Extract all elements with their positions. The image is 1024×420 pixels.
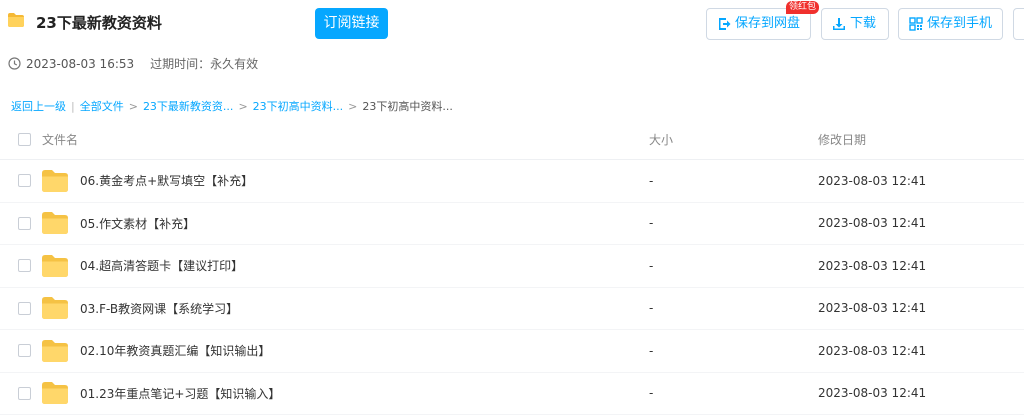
share-page: 23下最新教资资料 订阅链接 领红包 保存到网盘 下载 保存到手机 2023-0… [0, 0, 1024, 420]
breadcrumb-separator: > [128, 99, 138, 113]
folder-icon [42, 254, 68, 277]
table-row[interactable]: 06.黄金考点+默写填空【补充】 - 2023-08-03 12:41 [0, 160, 1024, 203]
breadcrumb: 返回上一级 | 全部文件 > 23下最新教资资... > 23下初高中资料...… [11, 98, 453, 114]
page-title: 23下最新教资资料 [36, 14, 162, 32]
row-checkbox[interactable] [18, 174, 31, 188]
expire-time: 过期时间：永久有效 [150, 57, 259, 71]
breadcrumb-separator: > [348, 99, 358, 113]
file-name[interactable]: 02.10年教资真题汇编【知识输出】 [80, 342, 270, 359]
red-packet-badge[interactable]: 领红包 [786, 1, 820, 14]
column-header-name[interactable]: 文件名 [42, 131, 78, 148]
folder-icon [42, 297, 68, 320]
breadcrumb-divider: | [71, 99, 75, 113]
table-header: 文件名 大小 修改日期 [0, 120, 1024, 160]
download-button[interactable]: 下载 [821, 8, 889, 40]
file-name[interactable]: 01.23年重点笔记+习题【知识输入】 [80, 385, 280, 402]
breadcrumb-level1[interactable]: 23下最新教资资... [143, 98, 234, 114]
file-name[interactable]: 05.作文素材【补充】 [80, 215, 195, 232]
table-row[interactable]: 02.10年教资真题汇编【知识输出】 - 2023-08-03 12:41 [0, 330, 1024, 373]
file-size: - [649, 301, 654, 316]
column-header-date[interactable]: 修改日期 [818, 131, 866, 148]
share-meta: 2023-08-03 16:53 过期时间：永久有效 [8, 55, 258, 72]
column-header-size[interactable]: 大小 [649, 131, 673, 148]
select-all-checkbox[interactable] [18, 133, 31, 146]
row-checkbox[interactable] [18, 259, 31, 273]
table-row[interactable]: 05.作文素材【补充】 - 2023-08-03 12:41 [0, 203, 1024, 245]
file-date: 2023-08-03 12:41 [818, 216, 927, 231]
qr-code-icon [909, 17, 923, 31]
row-checkbox[interactable] [18, 301, 31, 315]
more-button[interactable] [1013, 8, 1024, 40]
file-date: 2023-08-03 12:41 [818, 301, 927, 316]
save-to-phone-label: 保存到手机 [927, 16, 993, 31]
file-name[interactable]: 06.黄金考点+默写填空【补充】 [80, 172, 253, 189]
file-size: - [649, 343, 654, 358]
file-date: 2023-08-03 12:41 [818, 386, 927, 401]
table-row[interactable]: 03.F-B教资网课【系统学习】 - 2023-08-03 12:41 [0, 288, 1024, 330]
download-icon [833, 18, 845, 30]
file-size: - [649, 173, 654, 188]
clock-icon [8, 57, 21, 70]
file-date: 2023-08-03 12:41 [818, 173, 927, 188]
download-label: 下载 [850, 16, 877, 31]
row-checkbox[interactable] [18, 386, 31, 400]
file-size: - [649, 386, 654, 401]
folder-icon [42, 339, 68, 362]
folder-icon [8, 13, 24, 27]
table-row[interactable]: 04.超高清答题卡【建议打印】 - 2023-08-03 12:41 [0, 245, 1024, 288]
folder-icon [42, 382, 68, 405]
file-date: 2023-08-03 12:41 [818, 343, 927, 358]
created-time: 2023-08-03 16:53 [26, 56, 135, 71]
breadcrumb-current: 23下初高中资料... [362, 100, 453, 113]
file-name[interactable]: 04.超高清答题卡【建议打印】 [80, 257, 243, 274]
row-checkbox[interactable] [18, 344, 31, 358]
file-size: - [649, 216, 654, 231]
folder-icon [42, 212, 68, 235]
row-checkbox[interactable] [18, 216, 31, 230]
breadcrumb-all-files[interactable]: 全部文件 [80, 98, 124, 114]
save-icon [719, 18, 731, 30]
subscribe-button[interactable]: 订阅链接 [315, 8, 388, 39]
breadcrumb-back[interactable]: 返回上一级 [11, 98, 66, 114]
table-row[interactable]: 01.23年重点笔记+习题【知识输入】 - 2023-08-03 12:41 [0, 373, 1024, 415]
folder-icon [42, 169, 68, 192]
save-to-phone-button[interactable]: 保存到手机 [898, 8, 1003, 40]
file-table: 文件名 大小 修改日期 06.黄金考点+默写填空【补充】 - 2023-08-0… [0, 120, 1024, 415]
breadcrumb-level2[interactable]: 23下初高中资料... [253, 98, 344, 114]
file-date: 2023-08-03 12:41 [818, 258, 927, 273]
file-size: - [649, 258, 654, 273]
file-name[interactable]: 03.F-B教资网课【系统学习】 [80, 300, 238, 317]
breadcrumb-separator: > [238, 99, 248, 113]
